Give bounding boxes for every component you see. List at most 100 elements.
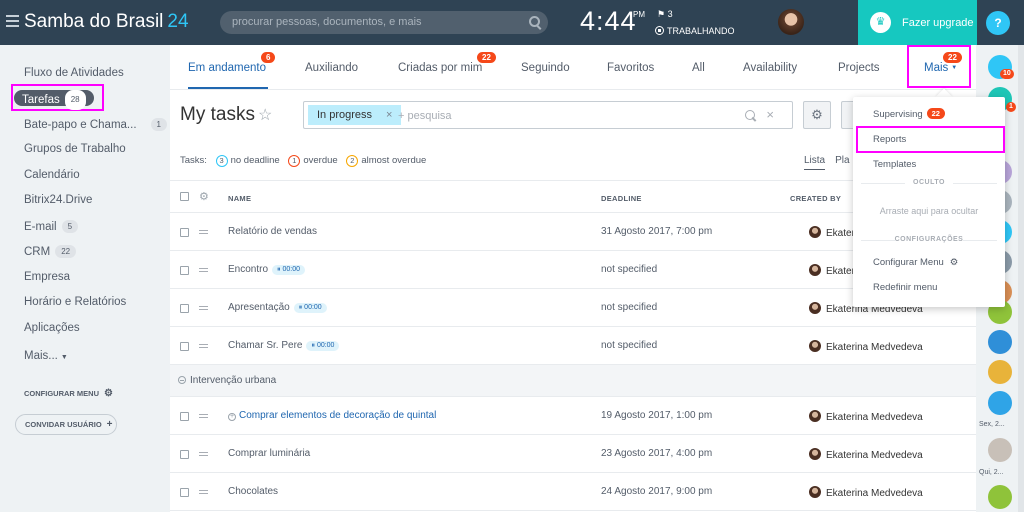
- timer-badge[interactable]: ⏸ 00:00: [272, 265, 306, 275]
- drag-handle-icon[interactable]: [199, 344, 208, 348]
- drag-handle-icon[interactable]: [199, 452, 208, 456]
- sidebar-item-crm[interactable]: CRM 22: [24, 245, 77, 258]
- phone-icon[interactable]: [988, 485, 1012, 509]
- column-header-deadline[interactable]: DEADLINE: [601, 194, 642, 203]
- global-search-input[interactable]: [232, 16, 522, 28]
- tab-projects[interactable]: Projects: [838, 62, 880, 74]
- filter-search-placeholder[interactable]: + pesquisa: [398, 110, 452, 122]
- sidebar-item-workgroups[interactable]: Grupos de Trabalho: [24, 143, 126, 155]
- task-name[interactable]: Encontro ⏸ 00:00: [228, 264, 306, 275]
- overdue-label[interactable]: overdue: [303, 155, 337, 166]
- task-name[interactable]: + Comprar elementos de decoração de quint…: [228, 410, 436, 421]
- settings-gear-button[interactable]: ⚙: [803, 101, 831, 129]
- task-name[interactable]: Chocolates: [228, 486, 278, 497]
- tab-favorites[interactable]: Favoritos: [607, 62, 654, 74]
- menu-item-templates[interactable]: Templates: [873, 159, 916, 170]
- drag-handle-icon[interactable]: [199, 414, 208, 418]
- sidebar-item-email[interactable]: E-mail 5: [24, 220, 79, 233]
- gear-icon[interactable]: ⚙: [199, 190, 209, 203]
- project-group-header[interactable]: Intervenção urbana: [170, 365, 976, 397]
- task-creator[interactable]: Ekaterina Medvedeva: [809, 340, 923, 353]
- tab-created-by-me[interactable]: Criadas por mim: [398, 62, 482, 74]
- drag-handle-icon[interactable]: [199, 230, 208, 234]
- tab-following[interactable]: Seguindo: [521, 62, 570, 74]
- almost-overdue-count[interactable]: 2: [346, 155, 359, 167]
- menu-item-configure-menu[interactable]: Configurar Menu ⚙: [873, 257, 958, 268]
- table-row[interactable]: Chamar Sr. Pere ⏸ 00:00 not specified Eka…: [170, 328, 976, 365]
- filter-chip[interactable]: In progress ×: [308, 105, 402, 125]
- contact-avatar[interactable]: [988, 360, 1012, 384]
- overdue-count[interactable]: 1: [288, 155, 301, 167]
- task-deadline[interactable]: not specified: [601, 302, 657, 313]
- tab-all[interactable]: All: [692, 62, 705, 74]
- timer-badge[interactable]: ⏸ 00:00: [306, 341, 340, 351]
- lock-group-icon[interactable]: [988, 391, 1012, 415]
- help-button[interactable]: ?: [986, 11, 1010, 35]
- sidebar-item-calendar[interactable]: Calendário: [24, 169, 80, 181]
- sidebar-item-applications[interactable]: Aplicações: [24, 322, 80, 334]
- contact-avatar[interactable]: [988, 330, 1012, 354]
- sidebar-item-time-reports[interactable]: Horário e Relatórios: [24, 296, 126, 308]
- sidebar-item-more[interactable]: Mais... ▼: [24, 350, 68, 362]
- table-row[interactable]: Comprar luminária 23 Agosto 2017, 4:00 p…: [170, 436, 976, 473]
- drag-handle-icon[interactable]: [199, 490, 208, 494]
- task-deadline[interactable]: 19 Agosto 2017, 1:00 pm: [601, 410, 712, 421]
- scrollbar[interactable]: [1018, 45, 1024, 512]
- menu-item-reset-menu[interactable]: Redefinir menu: [873, 282, 937, 293]
- task-name[interactable]: Comprar luminária: [228, 448, 310, 459]
- upgrade-button[interactable]: ♛ Fazer upgrade: [858, 0, 977, 45]
- task-creator[interactable]: Ekaterina Medvedeva: [809, 486, 923, 499]
- row-checkbox[interactable]: [180, 342, 189, 351]
- sidebar-item-chat[interactable]: Bate-papo e Chama... 1: [24, 118, 167, 131]
- table-row[interactable]: + Comprar elementos de decoração de quint…: [170, 398, 976, 435]
- sidebar-item-company[interactable]: Empresa: [24, 271, 70, 283]
- row-checkbox[interactable]: [180, 266, 189, 275]
- timer-badge[interactable]: ⏸ 00:00: [293, 303, 327, 313]
- column-header-name[interactable]: NAME: [228, 194, 251, 203]
- task-name[interactable]: Apresentação ⏸ 00:00: [228, 302, 327, 313]
- row-checkbox[interactable]: [180, 228, 189, 237]
- clear-icon[interactable]: ×: [766, 107, 774, 122]
- work-status[interactable]: TRABALHANDO: [655, 26, 735, 36]
- drag-handle-icon[interactable]: [199, 306, 208, 310]
- invite-user-button[interactable]: CONVIDAR USUÁRIO +: [15, 414, 117, 435]
- table-row[interactable]: Chocolates 24 Agosto 2017, 9:00 pm Ekate…: [170, 474, 976, 511]
- task-deadline[interactable]: not specified: [601, 264, 657, 275]
- flag-counter[interactable]: ⚑ 3: [657, 9, 673, 20]
- search-icon[interactable]: [745, 110, 755, 120]
- almost-overdue-label[interactable]: almost overdue: [361, 155, 426, 166]
- no-deadline-count[interactable]: 3: [215, 155, 228, 167]
- row-checkbox[interactable]: [180, 488, 189, 497]
- tab-availability[interactable]: Availability: [743, 62, 797, 74]
- configure-menu-button[interactable]: CONFIGURAR MENU ⚙: [24, 388, 113, 399]
- task-name[interactable]: Chamar Sr. Pere ⏸ 00:00: [228, 340, 340, 351]
- select-all-checkbox[interactable]: [180, 192, 189, 201]
- tab-more[interactable]: Mais ▼: [924, 62, 957, 74]
- drop-zone-hint[interactable]: Arraste aqui para ocultar: [853, 206, 1005, 216]
- row-checkbox[interactable]: [180, 450, 189, 459]
- tab-in-progress[interactable]: Em andamento: [188, 62, 266, 74]
- close-icon[interactable]: ×: [386, 109, 392, 121]
- star-icon[interactable]: ☆: [258, 105, 272, 125]
- row-checkbox[interactable]: [180, 304, 189, 313]
- task-name[interactable]: Relatório de vendas: [228, 226, 317, 237]
- no-deadline-label[interactable]: no deadline: [231, 155, 280, 166]
- column-header-created-by[interactable]: CREATED BY: [790, 194, 841, 203]
- sidebar-item-tasks[interactable]: Tarefas 28: [14, 90, 94, 110]
- portal-title[interactable]: Samba do Brasil 24: [24, 11, 189, 33]
- collapse-icon[interactable]: [178, 376, 186, 384]
- search-icon[interactable]: [529, 16, 540, 27]
- task-deadline[interactable]: 24 Agosto 2017, 9:00 pm: [601, 486, 712, 497]
- filter-search-box[interactable]: In progress × + pesquisa ×: [303, 101, 793, 129]
- task-deadline[interactable]: 31 Agosto 2017, 7:00 pm: [601, 226, 712, 237]
- task-creator[interactable]: Ekaterina Medvedeva: [809, 448, 923, 461]
- row-checkbox[interactable]: [180, 412, 189, 421]
- menu-burger-icon[interactable]: [6, 15, 19, 27]
- menu-item-supervising[interactable]: Supervising 22: [873, 108, 945, 120]
- task-creator[interactable]: Ekaterina Medvedeva: [809, 410, 923, 423]
- tab-assisting[interactable]: Auxiliando: [305, 62, 358, 74]
- task-deadline[interactable]: not specified: [601, 340, 657, 351]
- task-deadline[interactable]: 23 Agosto 2017, 4:00 pm: [601, 448, 712, 459]
- view-planner-tab[interactable]: Pla: [835, 155, 849, 166]
- user-avatar[interactable]: [778, 9, 804, 35]
